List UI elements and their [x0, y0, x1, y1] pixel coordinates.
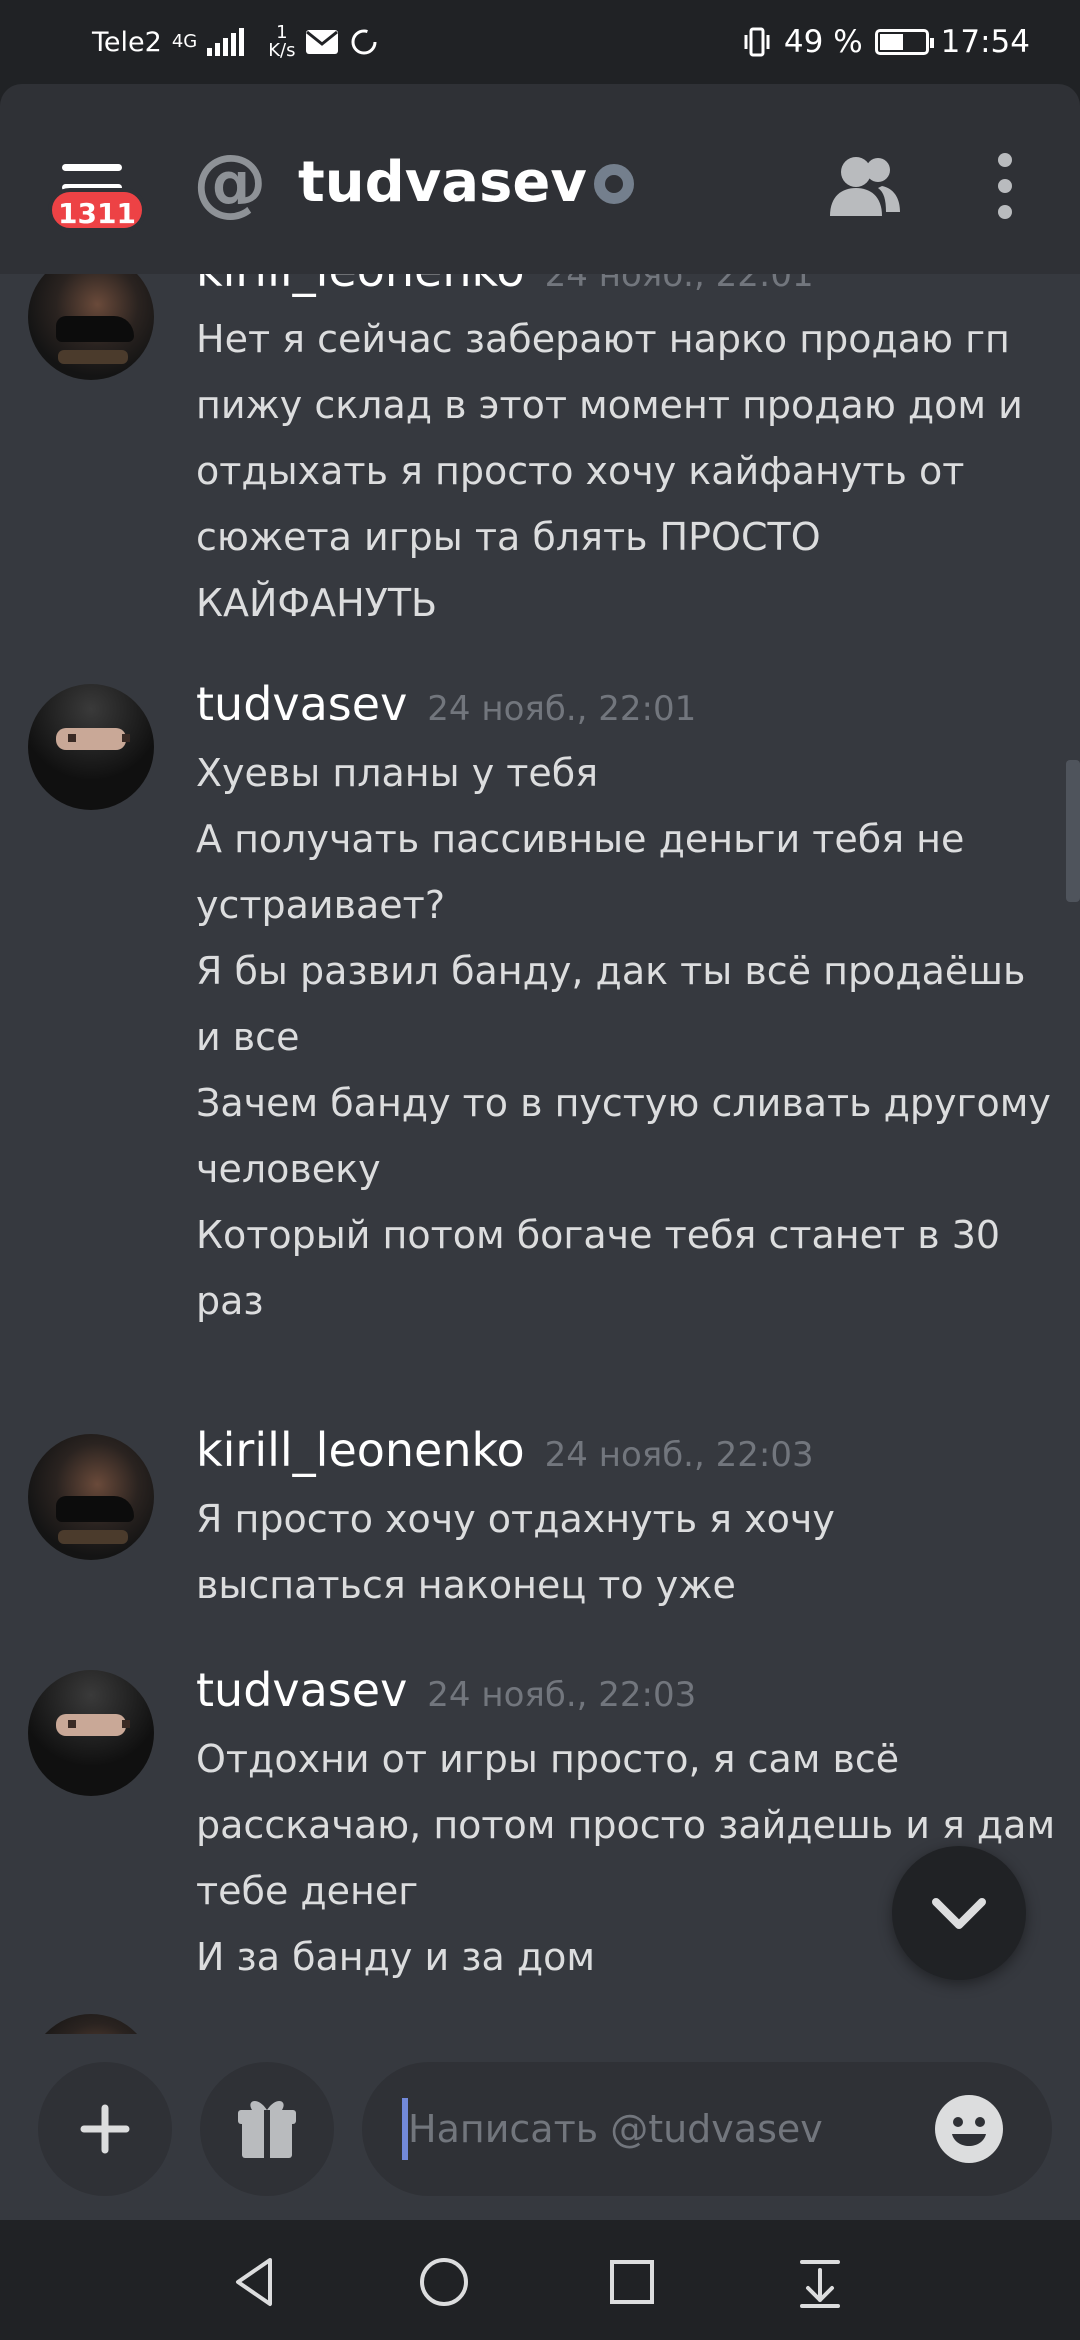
avatar-tudvasev[interactable] — [28, 1670, 154, 1796]
message-line: Хуевы планы у тебя — [196, 751, 599, 795]
battery-percent: 49 % — [783, 24, 863, 60]
notifications-pull-icon[interactable] — [790, 2252, 850, 2312]
at-icon: @ — [193, 139, 267, 225]
message-author[interactable]: tudvasev — [196, 1660, 407, 1720]
message-body: Я просто хочу отдахнуть я хочу выспаться… — [196, 1486, 1056, 1618]
jump-to-present-button[interactable] — [892, 1846, 1026, 1980]
carrier-label: Tele2 — [92, 26, 162, 58]
back-icon[interactable] — [226, 2252, 286, 2312]
attach-button[interactable] — [38, 2062, 172, 2196]
gift-button[interactable] — [200, 2062, 334, 2196]
message-line: Зачем банду то в пустую сливать другому … — [196, 1081, 1064, 1191]
gift-icon — [238, 2100, 296, 2158]
avatar-kirill[interactable] — [28, 274, 154, 380]
message-composer — [0, 2034, 1080, 2220]
system-nav-bar — [0, 2220, 1080, 2340]
sync-icon — [351, 29, 377, 55]
message-line: Я бы развил банду, дак ты всё продаёшь и… — [196, 949, 1038, 1059]
avatar-tudvasev[interactable] — [28, 684, 154, 810]
net-speed: 1 K/s — [268, 24, 295, 60]
more-options-icon[interactable] — [990, 150, 1020, 222]
app-bar: 1311 @ tudvasev — [0, 84, 1080, 274]
message-body: Хуевы планы у тебя А получать пассивные … — [196, 740, 1056, 1334]
message-author[interactable]: kirill_leonenko — [196, 1420, 525, 1480]
home-icon[interactable] — [414, 2252, 474, 2312]
hamburger-icon — [62, 164, 122, 171]
mail-icon — [306, 30, 339, 54]
message-line: Который потом богаче тебя станет в 30 ра… — [196, 1213, 1013, 1323]
vibrate-icon — [744, 27, 770, 57]
clock: 17:54 — [940, 24, 1030, 60]
avatar-kirill[interactable] — [28, 1434, 154, 1560]
message-author[interactable]: tudvasev — [196, 674, 407, 734]
message-input-container[interactable] — [362, 2062, 1052, 2196]
members-icon[interactable] — [826, 150, 902, 222]
net-speed-unit: K/s — [268, 40, 296, 61]
offline-status-icon — [594, 164, 634, 204]
message-list[interactable]: kirill_leonenko 24 нояб., 22:01 Нет я се… — [0, 274, 1080, 2034]
emoji-icon[interactable] — [934, 2094, 1004, 2164]
unread-badge: 1311 — [48, 188, 146, 232]
message-timestamp: 24 нояб., 22:03 — [427, 1675, 697, 1715]
message-body: Нет я сейчас заберают нарко продаю гп пи… — [196, 306, 1056, 636]
channel-title: tudvasev — [298, 150, 587, 215]
message-line: Я просто хочу отдахнуть я хочу выспаться… — [196, 1497, 847, 1607]
network-type: 4G — [171, 31, 198, 52]
plus-icon — [80, 2104, 130, 2154]
signal-icon — [207, 28, 245, 56]
message-line: А получать пассивные деньги тебя не устр… — [196, 817, 977, 927]
message-line: Нет я сейчас заберают нарко продаю гп пи… — [196, 317, 1035, 625]
message-timestamp: 24 нояб., 22:01 — [427, 689, 697, 729]
message-timestamp: 24 нояб., 22:03 — [544, 1435, 814, 1475]
message-timestamp: 24 нояб., 22:01 — [544, 274, 814, 295]
recents-icon[interactable] — [602, 2252, 662, 2312]
status-bar: Tele2 4G 1 K/s 49 % 17:54 — [0, 0, 1080, 84]
message-author[interactable]: kirill_leonenko — [196, 274, 525, 300]
message-input[interactable] — [408, 2092, 928, 2166]
battery-icon — [874, 29, 934, 55]
avatar-kirill-partial[interactable] — [28, 2014, 154, 2034]
scrollbar[interactable] — [1066, 760, 1080, 902]
chevron-down-icon — [932, 1898, 986, 1929]
